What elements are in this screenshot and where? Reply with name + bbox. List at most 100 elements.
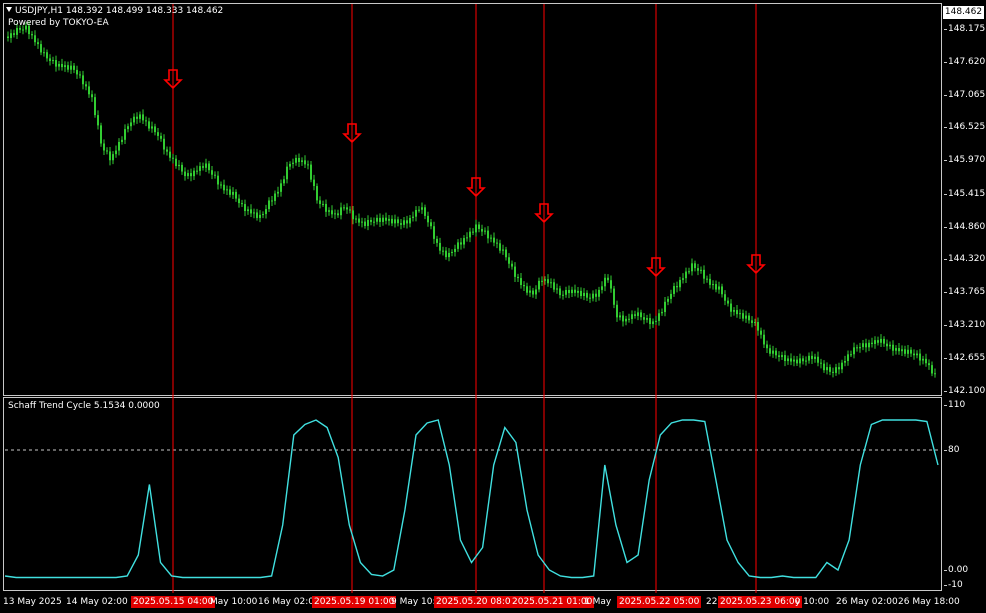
candle-body [160,135,162,139]
candle-body [388,218,390,221]
candle-body [490,237,492,239]
price-tick-label: 146.525 [944,121,986,133]
candle-body [46,52,48,59]
candle-body [361,221,363,223]
candle-body [784,355,786,362]
candle-body [904,349,906,354]
signal-time-label: 2025.05.19 01:00 [312,596,397,608]
candle-body [454,248,456,252]
candle-body [613,288,615,305]
candle-body [829,367,831,372]
candle-body [595,293,597,297]
candle-body [757,321,759,331]
candle-body [637,312,639,316]
candle-body [649,318,651,325]
candle-body [106,150,108,152]
candle-body [715,284,717,290]
candle-body [700,269,702,271]
candle-body [298,157,300,162]
candle-body [100,125,102,144]
candle-body [349,209,351,211]
candle-body [769,348,771,354]
candle-body [628,318,630,320]
candle-body [691,263,693,272]
candle-body [820,362,822,364]
candle-body [271,200,273,202]
candle-body [355,218,357,220]
candle-body [322,203,324,205]
candle-body [7,36,9,38]
candle-body [817,356,819,363]
candle-body [577,290,579,293]
candle-body [124,129,126,140]
candle-body [811,355,813,359]
candle-body [574,289,576,293]
signal-time-label: 2025.05.23 06:00 [718,596,803,608]
candle-body [196,170,198,172]
candle-body [412,216,414,218]
candle-body [319,200,321,204]
candle-body [367,220,369,226]
candle-body [88,86,90,95]
candle-body [682,278,684,280]
candle-body [808,355,810,361]
signal-time-label: 2025.05.15 04:00 [131,596,216,608]
candle-body [49,58,51,62]
candle-body [148,121,150,129]
candle-body [142,114,144,121]
candle-body [475,224,477,233]
candle-body [457,242,459,249]
candle-body [646,318,648,320]
candle-body [85,84,87,87]
candle-body [406,220,408,224]
candle-body [385,217,387,221]
candle-body [136,116,138,119]
candle-body [79,74,81,76]
candle-body [787,358,789,362]
dropdown-triangle-icon[interactable] [6,7,12,12]
indicator-tick-label: 110 [944,399,986,411]
candle-body [856,347,858,349]
current-price-badge: 148.462 [943,6,984,19]
candle-body [343,207,345,209]
candle-body [190,173,192,177]
candle-body [697,268,699,271]
candle-body [754,321,756,323]
candle-body [610,280,612,289]
candle-body [751,320,753,323]
candle-body [865,343,867,348]
candle-body [13,33,15,35]
candle-body [565,290,567,295]
candle-body [676,286,678,288]
candle-body [742,313,744,319]
candle-body [841,362,843,370]
candle-body [199,166,201,171]
candle-body [283,179,285,184]
price-tick-label: 145.415 [944,188,986,200]
candle-body [346,207,348,210]
candle-body [169,151,171,158]
candle-body [823,363,825,371]
candle-body [568,290,570,294]
candle-body [286,166,288,180]
candle-body [892,344,894,351]
candle-body [928,363,930,366]
candle-body [526,286,528,293]
candle-body [790,358,792,362]
candle-body [925,358,927,364]
candle-body [247,209,249,212]
candle-body [796,359,798,364]
powered-by-label: Powered by TOKYO-EA [8,18,109,28]
candle-body [658,313,660,321]
time-tick-label: 14 May 02:00 [66,597,128,607]
candle-body [175,158,177,167]
candle-body [556,288,558,290]
candle-body [193,170,195,177]
candle-body [703,269,705,279]
candle-body [409,217,411,224]
candle-body [529,290,531,293]
candle-body [499,243,501,251]
price-tick-label: 148.175 [944,23,986,35]
candle-body [418,209,420,211]
candle-body [544,279,546,281]
